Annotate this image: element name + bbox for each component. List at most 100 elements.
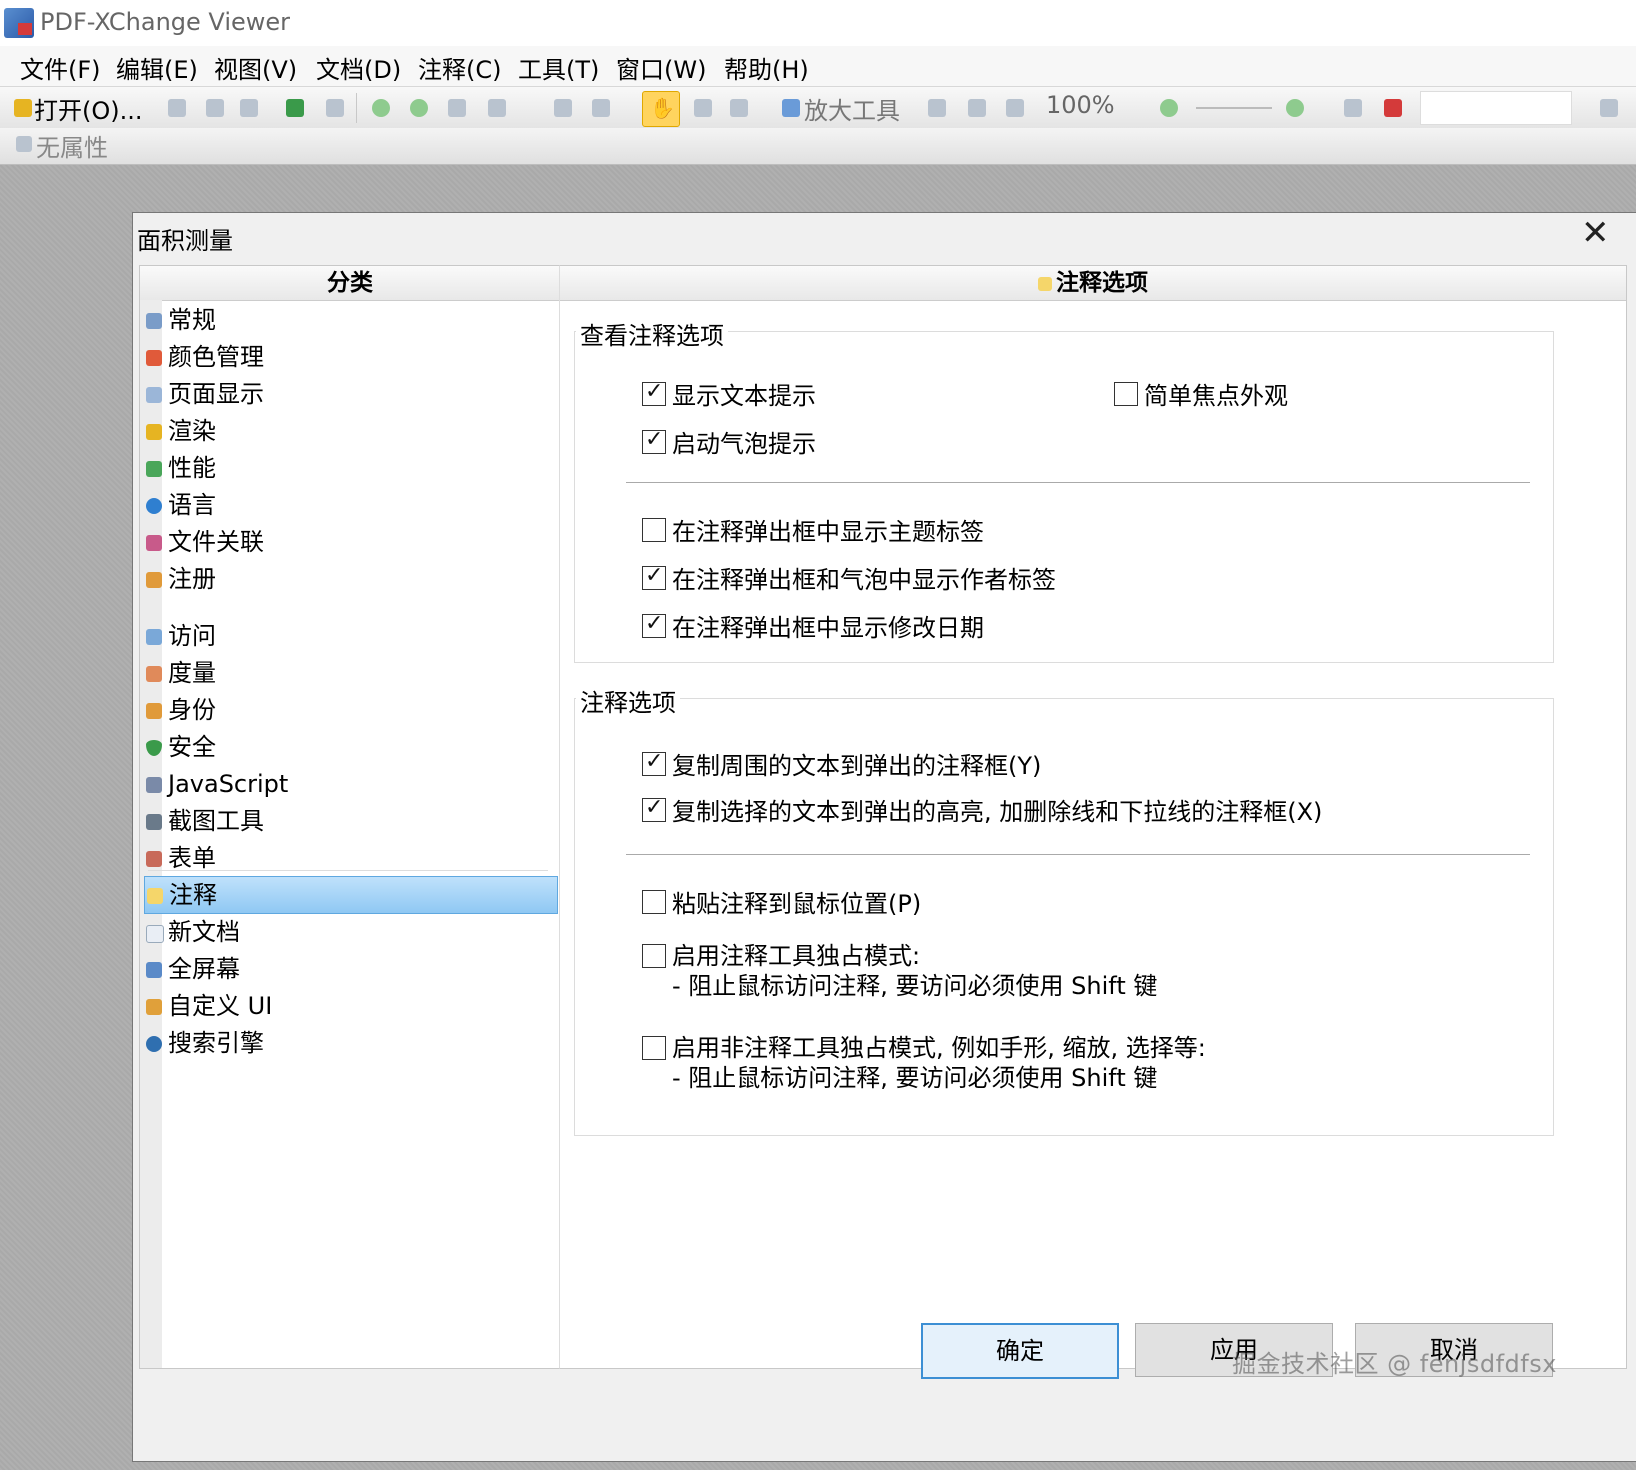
redo-icon[interactable] xyxy=(488,99,506,117)
show-subject-checkbox[interactable] xyxy=(642,518,666,542)
zoom-level[interactable]: 100% xyxy=(1046,91,1115,119)
dialog-title: 面积测量 xyxy=(137,227,233,255)
search-web-icon[interactable] xyxy=(1384,99,1402,117)
identity-icon xyxy=(146,703,162,719)
exclusive-annot-mode-note: - 阻止鼠标访问注释, 要访问必须使用 Shift 键 xyxy=(672,972,1158,1000)
bubble-tips-label: 启动气泡提示 xyxy=(672,430,816,458)
zoom-out-icon[interactable] xyxy=(1160,99,1178,117)
javascript-icon xyxy=(146,777,162,793)
category-new-document[interactable]: 新文档 xyxy=(144,914,556,950)
actual-size-icon[interactable] xyxy=(928,99,946,117)
search-field[interactable] xyxy=(1420,91,1572,125)
form-icon xyxy=(146,851,162,867)
copy-surrounding-text-checkbox[interactable] xyxy=(642,749,666,776)
paste-at-cursor-label: 粘贴注释到鼠标位置(P) xyxy=(672,890,922,918)
bubble-tips-checkbox[interactable] xyxy=(642,427,666,454)
categories-header: 分类 xyxy=(140,266,560,301)
scan-icon[interactable] xyxy=(286,99,304,117)
print-icon[interactable] xyxy=(206,99,224,117)
category-general[interactable]: 常规 xyxy=(144,302,556,338)
show-author-checkbox[interactable] xyxy=(642,563,666,590)
copy-selected-text-checkbox[interactable] xyxy=(642,795,666,822)
zoom-tool-icon[interactable] xyxy=(782,99,800,117)
exclusive-nonannot-mode-checkbox[interactable] xyxy=(642,1036,666,1060)
category-security[interactable]: 安全 xyxy=(144,729,556,765)
options-panel: 注释选项 查看注释选项 显示文本提示 简单焦点外观 启动气泡提示 在注释弹出框中… xyxy=(559,265,1627,1369)
category-language[interactable]: 语言 xyxy=(144,487,556,523)
open-folder-icon[interactable] xyxy=(14,99,32,117)
menu-comments[interactable]: 注释(C) xyxy=(418,50,501,85)
category-search-engine[interactable]: 搜索引擎 xyxy=(144,1025,556,1061)
exclusive-annot-mode-checkbox[interactable] xyxy=(642,944,666,968)
properties-icon xyxy=(16,136,32,152)
category-color-management[interactable]: 颜色管理 xyxy=(144,339,556,375)
rotate-right-icon[interactable] xyxy=(592,99,610,117)
registration-icon xyxy=(146,572,162,588)
save-icon[interactable] xyxy=(168,99,186,117)
menu-edit[interactable]: 编辑(E) xyxy=(116,50,198,85)
show-subject-label: 在注释弹出框中显示主题标签 xyxy=(672,518,984,546)
hand-tool-button[interactable] xyxy=(642,91,680,127)
category-page-display[interactable]: 页面显示 xyxy=(144,376,556,412)
category-forms[interactable]: 表单 xyxy=(144,840,556,876)
category-measurement[interactable]: 度量 xyxy=(144,655,556,691)
close-icon[interactable]: ✕ xyxy=(1581,213,1610,253)
comment-icon xyxy=(147,888,163,904)
menu-file[interactable]: 文件(F) xyxy=(20,50,101,85)
simple-focus-checkbox[interactable] xyxy=(1114,382,1138,406)
show-author-label: 在注释弹出框和气泡中显示作者标签 xyxy=(672,566,1056,594)
view-icon[interactable] xyxy=(1344,99,1362,117)
performance-icon xyxy=(146,461,162,477)
menu-help[interactable]: 帮助(H) xyxy=(724,50,809,85)
general-icon xyxy=(146,313,162,329)
category-comments[interactable]: 注释 xyxy=(144,876,558,914)
menu-view[interactable]: 视图(V) xyxy=(214,50,297,85)
paste-at-cursor-checkbox[interactable] xyxy=(642,890,666,914)
ocr-icon[interactable] xyxy=(326,99,344,117)
back-icon[interactable] xyxy=(372,99,390,117)
pdf-app-icon xyxy=(4,8,34,38)
category-rendering[interactable]: 渲染 xyxy=(144,413,556,449)
access-icon xyxy=(146,629,162,645)
category-performance[interactable]: 性能 xyxy=(144,450,556,486)
show-tooltips-checkbox[interactable] xyxy=(642,379,666,406)
color-icon xyxy=(146,350,162,366)
search-engine-icon xyxy=(146,1036,162,1052)
rotate-left-icon[interactable] xyxy=(554,99,572,117)
zoom-slider[interactable] xyxy=(1196,107,1272,109)
exclusive-nonannot-mode-note: - 阻止鼠标访问注释, 要访问必须使用 Shift 键 xyxy=(672,1064,1158,1092)
ok-button[interactable]: 确定 xyxy=(921,1323,1119,1379)
category-snapshot-tool[interactable]: 截图工具 xyxy=(144,803,556,839)
zoom-in-icon[interactable] xyxy=(1286,99,1304,117)
measure-icon xyxy=(146,666,162,682)
email-icon[interactable] xyxy=(240,99,258,117)
copy-selected-text-label: 复制选择的文本到弹出的高亮, 加删除线和下拉线的注释框(X) xyxy=(672,798,1323,826)
category-custom-ui[interactable]: 自定义 UI xyxy=(144,988,556,1024)
menu-window[interactable]: 窗口(W) xyxy=(616,50,706,85)
menu-bar: 文件(F) 编辑(E) 视图(V) 文档(D) 注释(C) 工具(T) 窗口(W… xyxy=(0,46,1636,86)
options-icon[interactable] xyxy=(1600,99,1618,117)
camera-icon xyxy=(146,814,162,830)
forward-icon[interactable] xyxy=(410,99,428,117)
fit-page-icon[interactable] xyxy=(968,99,986,117)
open-button[interactable]: 打开(O)... xyxy=(34,91,143,126)
category-file-association[interactable]: 文件关联 xyxy=(144,524,556,560)
menu-tools[interactable]: 工具(T) xyxy=(518,50,599,85)
show-tooltips-label: 显示文本提示 xyxy=(672,382,816,410)
show-modified-date-checkbox[interactable] xyxy=(642,611,666,638)
fit-width-icon[interactable] xyxy=(1006,99,1024,117)
category-full-screen[interactable]: 全屏幕 xyxy=(144,951,556,987)
file-association-icon xyxy=(146,535,162,551)
copy-surrounding-text-label: 复制周围的文本到弹出的注释框(Y) xyxy=(672,752,1042,780)
zoom-tool-button[interactable]: 放大工具 xyxy=(804,91,900,126)
undo-icon[interactable] xyxy=(448,99,466,117)
category-registration[interactable]: 注册 xyxy=(144,561,556,597)
properties-label[interactable]: 无属性 xyxy=(36,128,108,163)
category-access[interactable]: 访问 xyxy=(144,618,556,654)
category-javascript[interactable]: JavaScript xyxy=(144,766,556,802)
snapshot-icon[interactable] xyxy=(730,99,748,117)
select-text-icon[interactable] xyxy=(694,99,712,117)
menu-document[interactable]: 文档(D) xyxy=(316,50,401,85)
new-document-icon xyxy=(146,925,164,943)
category-identity[interactable]: 身份 xyxy=(144,692,556,728)
